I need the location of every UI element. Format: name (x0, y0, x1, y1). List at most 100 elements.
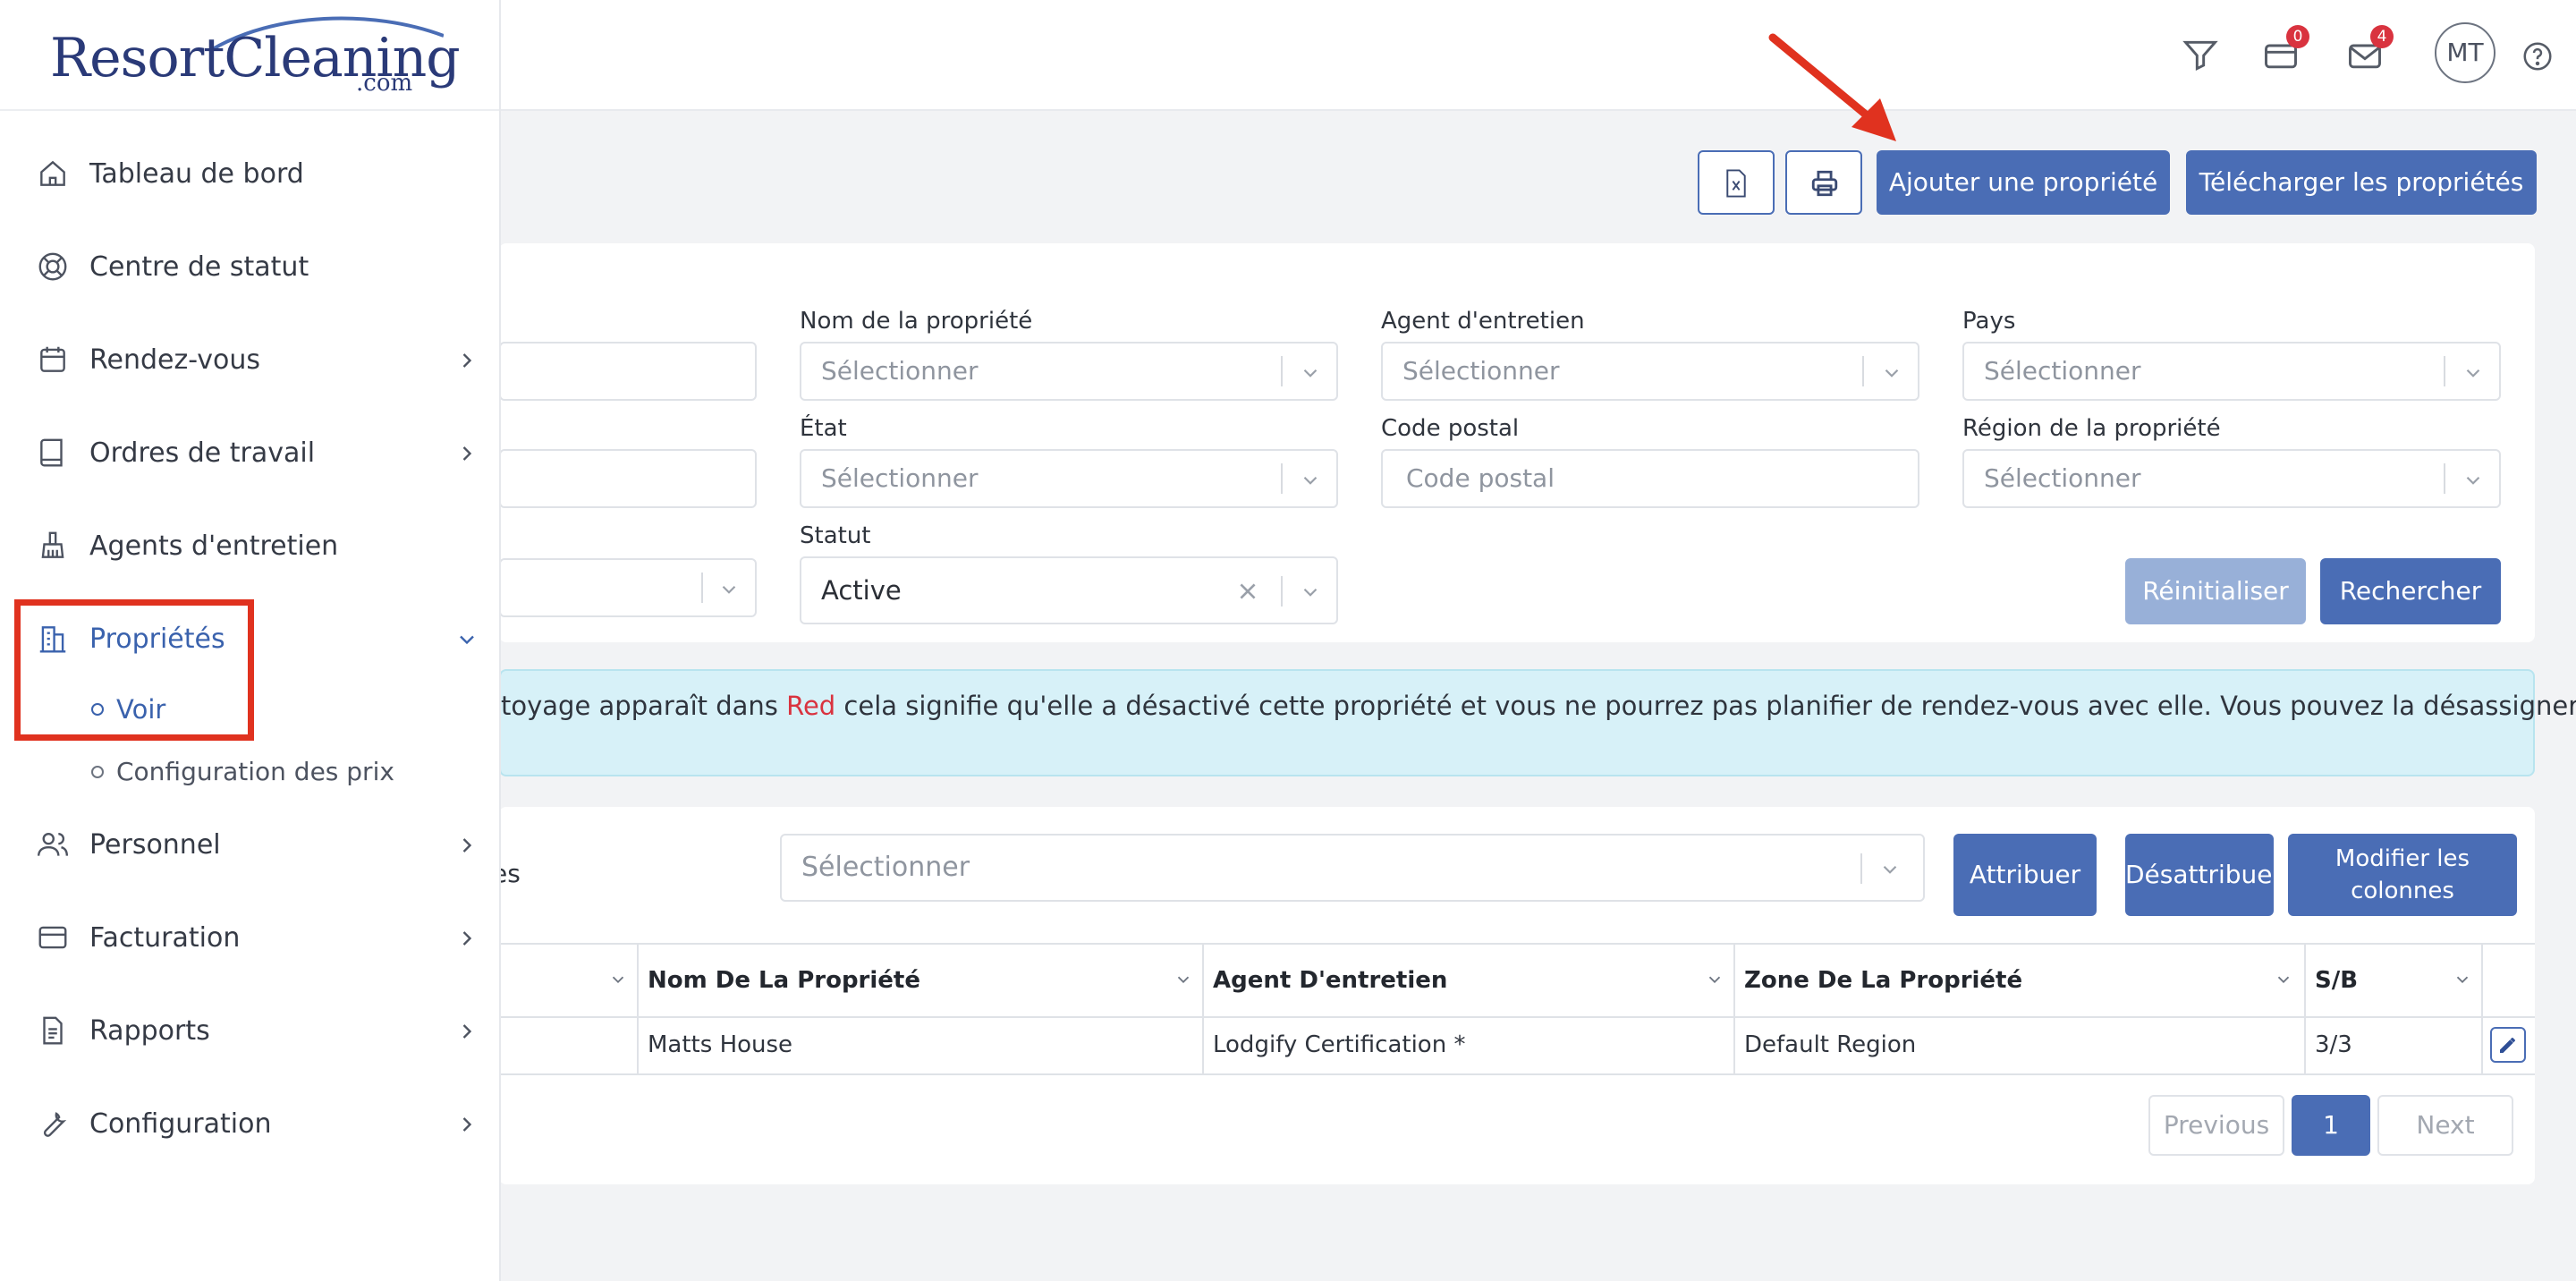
cell-sb: 3/3 (2315, 1031, 2352, 1058)
column-divider (1202, 943, 1204, 1075)
sidebar-item-rapports[interactable]: Rapports (0, 996, 499, 1067)
assign-button[interactable]: Attribuer (1953, 834, 2097, 916)
alert-red-word: Red (786, 691, 836, 721)
sidebar-item-tableau-de-bord[interactable]: Tableau de bord (0, 139, 499, 210)
sidebar-item-agents-d-entretien[interactable]: Agents d'entretien (0, 511, 499, 582)
partial-filter-input-2[interactable] (499, 449, 757, 508)
postal-code-label: Code postal (1381, 415, 1520, 442)
resortcleaning-logo[interactable]: ResortCleaning .com (50, 9, 461, 102)
bullet-icon (91, 766, 104, 778)
sidebar-item-label: Configuration (89, 1108, 272, 1140)
select-separator (2444, 463, 2445, 494)
sidebar-item-label: Tableau de bord (89, 158, 304, 190)
region-select[interactable]: Sélectionner (1962, 449, 2501, 508)
column-header-property-zone[interactable]: Zone De La Propriété (1744, 945, 2022, 1016)
next-page-button[interactable]: Next (2377, 1095, 2513, 1156)
cleaning-agent-select[interactable]: Sélectionner (1381, 342, 1919, 401)
sidebar-subitem-label: Configuration des prix (116, 757, 394, 786)
country-label: Pays (1962, 308, 2016, 335)
print-button[interactable] (1785, 150, 1862, 215)
edit-button[interactable] (2490, 1027, 2526, 1063)
chevron-down-icon[interactable] (2274, 970, 2293, 989)
select-placeholder: Sélectionner (1984, 356, 2141, 386)
status-select[interactable]: Active (800, 556, 1338, 624)
select-separator (1281, 356, 1283, 386)
state-select[interactable]: Sélectionner (800, 449, 1338, 508)
filter-icon[interactable] (2181, 36, 2220, 75)
select-placeholder: Sélectionner (1402, 356, 1560, 386)
sidebar-item-configuration[interactable]: Configuration (0, 1089, 499, 1160)
unassign-button[interactable]: Désattribuer (2125, 834, 2274, 916)
chevron-down-icon[interactable] (1174, 970, 1193, 989)
column-divider (637, 943, 639, 1075)
select-separator (1281, 576, 1283, 607)
sidebar-item-ordres-de-travail[interactable]: Ordres de travail (0, 418, 499, 489)
chevron-down-icon[interactable] (2453, 970, 2472, 989)
chevron-down-icon[interactable] (1705, 970, 1724, 989)
modify-columns-button[interactable]: Modifier les colonnes (2288, 834, 2517, 916)
chevron-down-icon[interactable] (608, 970, 628, 989)
info-alert: toyage apparaît dans Red cela signifie q… (499, 669, 2576, 776)
select-separator (1281, 463, 1283, 494)
chevron-right-icon (462, 353, 472, 368)
clear-icon[interactable] (1236, 580, 1259, 603)
logo-subtext: .com (356, 70, 413, 97)
property-name-select[interactable]: Sélectionner (800, 342, 1338, 401)
column-header-sb[interactable]: S/B (2315, 945, 2358, 1016)
sidebar-item-centre-de-statut[interactable]: Centre de statut (0, 232, 499, 303)
chevron-down-icon (722, 585, 736, 594)
sidebar-item-label: Facturation (89, 922, 241, 954)
pencil-icon (2500, 1038, 2515, 1053)
sidebar-item-label: Rendez-vous (89, 344, 260, 376)
sidebar-item-label: Personnel (89, 829, 221, 861)
partial-filter-select-3[interactable] (499, 558, 757, 617)
postal-code-input[interactable]: Code postal (1381, 449, 1919, 508)
avatar[interactable]: MT (2435, 22, 2496, 83)
home-icon (40, 160, 65, 186)
select-separator (1862, 356, 1864, 386)
book-icon (40, 438, 63, 467)
chevron-down-icon (1883, 865, 1897, 874)
chevron-down-icon (1303, 476, 1318, 485)
sidebar-item-facturation[interactable]: Facturation (0, 903, 499, 974)
column-divider (2304, 943, 2306, 1075)
chevron-down-icon (1303, 588, 1318, 597)
search-button[interactable]: Rechercher (2320, 558, 2501, 624)
help-icon[interactable] (2521, 39, 2555, 73)
country-select[interactable]: Sélectionner (1962, 342, 2501, 401)
alert-message: toyage apparaît dans Red cela signifie q… (501, 691, 2576, 721)
sidebar-item-rendez-vous[interactable]: Rendez-vous (0, 325, 499, 396)
page-1-button[interactable]: 1 (2292, 1095, 2370, 1156)
column-divider (1733, 943, 1735, 1075)
mail-badge: 4 (2370, 25, 2394, 48)
modify-columns-line2: colonnes (2351, 878, 2454, 904)
chevron-right-icon (462, 931, 472, 946)
excel-file-icon (1726, 169, 1746, 198)
column-header-cleaning-agent[interactable]: Agent D'entretien (1213, 945, 1447, 1016)
card-notifications[interactable]: 0 (2261, 25, 2309, 75)
select-placeholder: Sélectionner (821, 463, 979, 493)
lifebuoy-icon (38, 252, 67, 281)
download-properties-button[interactable]: Télécharger les propriétés (2186, 150, 2537, 215)
chevron-right-icon (462, 446, 472, 461)
calendar-icon (40, 346, 65, 372)
reset-button[interactable]: Réinitialiser (2125, 558, 2306, 624)
column-header-property-name[interactable]: Nom De La Propriété (648, 945, 920, 1016)
alert-text-after: cela signifie qu'elle a désactivé cette … (835, 691, 2576, 721)
chevron-down-icon (460, 635, 474, 645)
select-separator (1860, 853, 1862, 884)
mail-notifications[interactable]: 4 (2345, 25, 2394, 75)
sidebar-item-label: Agents d'entretien (89, 530, 339, 562)
add-property-button[interactable]: Ajouter une propriété (1877, 150, 2170, 215)
sidebar-item-label: Rapports (89, 1015, 210, 1047)
assign-agent-select[interactable]: Sélectionner (780, 834, 1925, 902)
modify-columns-line1: Modifier les (2334, 845, 2470, 872)
previous-page-button[interactable]: Previous (2148, 1095, 2284, 1156)
chevron-right-icon (462, 1024, 472, 1039)
select-placeholder: Sélectionner (801, 852, 970, 883)
table-header: Nom De La Propriété Agent D'entretien Zo… (499, 943, 2535, 1018)
cell-cleaning-agent: Lodgify Certification * (1213, 1031, 1466, 1058)
partial-filter-input-1[interactable] (499, 342, 757, 401)
sidebar-item-personnel[interactable]: Personnel (0, 810, 499, 881)
export-excel-button[interactable] (1698, 150, 1775, 215)
